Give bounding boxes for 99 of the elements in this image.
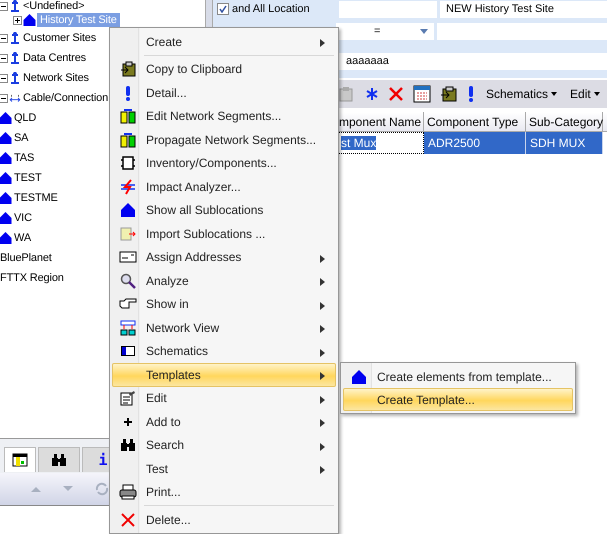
tree-item[interactable]: Cable/Connection [22, 91, 110, 105]
menu-item[interactable]: Analyze [112, 269, 336, 292]
expander-icon[interactable] [0, 34, 8, 42]
segments-icon [120, 132, 136, 148]
snowflake-icon[interactable] [365, 87, 379, 101]
menu-item[interactable]: Copy to Clipboard [112, 58, 336, 81]
tree-item[interactable]: Data Centres [22, 51, 88, 65]
text-field[interactable] [339, 0, 437, 18]
menu-item[interactable]: Show in [112, 292, 336, 316]
chip-icon [121, 155, 135, 172]
search-field[interactable]: aaaaaaa [336, 52, 607, 70]
menu-item[interactable]: Inventory/Components... [112, 152, 336, 175]
tree-item[interactable]: Network Sites [22, 71, 90, 85]
expander-icon[interactable] [0, 2, 8, 10]
panel-tab[interactable] [4, 447, 36, 472]
tree-item[interactable]: <Undefined> [22, 0, 86, 13]
menu-item[interactable]: Delete... [112, 508, 336, 532]
network-view-icon [120, 320, 136, 336]
expander-icon[interactable] [13, 16, 22, 24]
pin-icon [9, 31, 21, 45]
menu-item[interactable]: Schematics [112, 340, 336, 363]
magnifier-icon [120, 272, 136, 289]
cable-icon [9, 92, 21, 104]
tree-item[interactable]: BluePlanet [0, 251, 53, 265]
menu-item[interactable]: Propagate Network Segments... [112, 128, 336, 152]
panel-tab[interactable] [38, 447, 80, 472]
column-header[interactable]: Component Type [424, 112, 526, 131]
checkbox[interactable] [217, 3, 229, 15]
calendar-icon[interactable] [413, 85, 431, 103]
menu-item[interactable]: Create elements from template... [343, 365, 573, 388]
pin-icon [9, 71, 21, 85]
tree-item[interactable]: WA [13, 231, 32, 245]
house-icon [0, 111, 12, 125]
plus-icon [124, 418, 132, 426]
tree-item[interactable]: SA [13, 131, 30, 145]
menu-item[interactable]: Print... [112, 480, 336, 504]
exclamation-icon [125, 84, 131, 101]
segments-icon [120, 108, 136, 124]
operator-dropdown[interactable]: = [336, 22, 434, 40]
tree-item[interactable]: TEST [13, 171, 43, 185]
lightning-icon [120, 178, 136, 195]
tree-item[interactable]: FTTX Region [0, 271, 65, 285]
printer-icon [119, 484, 137, 500]
caret-icon [594, 92, 600, 96]
caret-icon [420, 28, 428, 34]
house-icon [0, 231, 12, 245]
expander-icon[interactable] [0, 94, 8, 102]
menu-item[interactable]: Network View [112, 316, 336, 340]
house-icon [0, 151, 12, 165]
table-icon [12, 453, 28, 467]
house-icon [0, 191, 12, 205]
document-edit-icon [120, 390, 136, 406]
column-header[interactable]: Sub-Category [526, 112, 603, 131]
menu-item[interactable]: Add to [112, 410, 336, 434]
pointing-hand-icon [119, 298, 137, 310]
expander-icon[interactable] [0, 54, 8, 62]
clipboard-icon [120, 61, 136, 78]
tree-item[interactable]: QLD [13, 111, 38, 125]
pin-icon [9, 0, 21, 13]
binoculars-icon [120, 438, 136, 452]
house-icon [0, 171, 12, 185]
value-field[interactable] [437, 22, 607, 40]
tree-item[interactable]: TESTME [13, 191, 59, 205]
schematic-icon [121, 346, 135, 356]
table-cell: ADR2500 [424, 132, 526, 154]
menu-item[interactable]: Assign Addresses [112, 246, 336, 269]
binoculars-icon [51, 453, 67, 467]
table-cell: st Mux [336, 132, 424, 154]
dropdown-button[interactable]: Edit [568, 87, 602, 101]
table-cell: SDH MUX [526, 132, 603, 154]
tree-item[interactable]: VIC [13, 211, 33, 225]
import-icon [120, 226, 136, 242]
delete-icon [121, 512, 135, 527]
house-icon [120, 202, 136, 218]
menu-item[interactable]: Impact Analyzer... [112, 175, 336, 198]
menu-item[interactable]: Edit Network Segments... [112, 104, 336, 128]
pin-icon [9, 51, 21, 65]
tree-item[interactable]: TAS [13, 151, 36, 165]
house-icon [0, 211, 12, 225]
address-card-icon [119, 250, 137, 264]
tree-item[interactable]: Customer Sites [22, 31, 98, 45]
clipboard-icon[interactable] [440, 85, 458, 103]
menu-item[interactable]: Detail... [112, 81, 336, 104]
menu-item[interactable]: Edit [112, 386, 336, 410]
exclamation-icon[interactable] [467, 85, 475, 103]
house-icon [351, 368, 367, 384]
caret-icon [551, 92, 558, 96]
house-icon [0, 131, 12, 145]
menu-item[interactable]: Create [112, 30, 336, 54]
menu-item[interactable]: Create Template... [343, 388, 573, 411]
menu-item[interactable]: Import Sublocations ... [112, 222, 336, 246]
checkbox-label: and All Location [232, 3, 311, 15]
dropdown-button[interactable]: Schematics [484, 87, 560, 101]
delete-icon[interactable] [388, 86, 404, 102]
location-field[interactable]: NEW History Test Site [440, 0, 607, 18]
expander-icon[interactable] [0, 74, 8, 82]
table-row[interactable]: st Mux ADR2500 SDH MUX [336, 132, 607, 154]
menu-item[interactable]: Templates [112, 363, 336, 386]
menu-item[interactable]: Show all Sublocations [112, 198, 336, 222]
